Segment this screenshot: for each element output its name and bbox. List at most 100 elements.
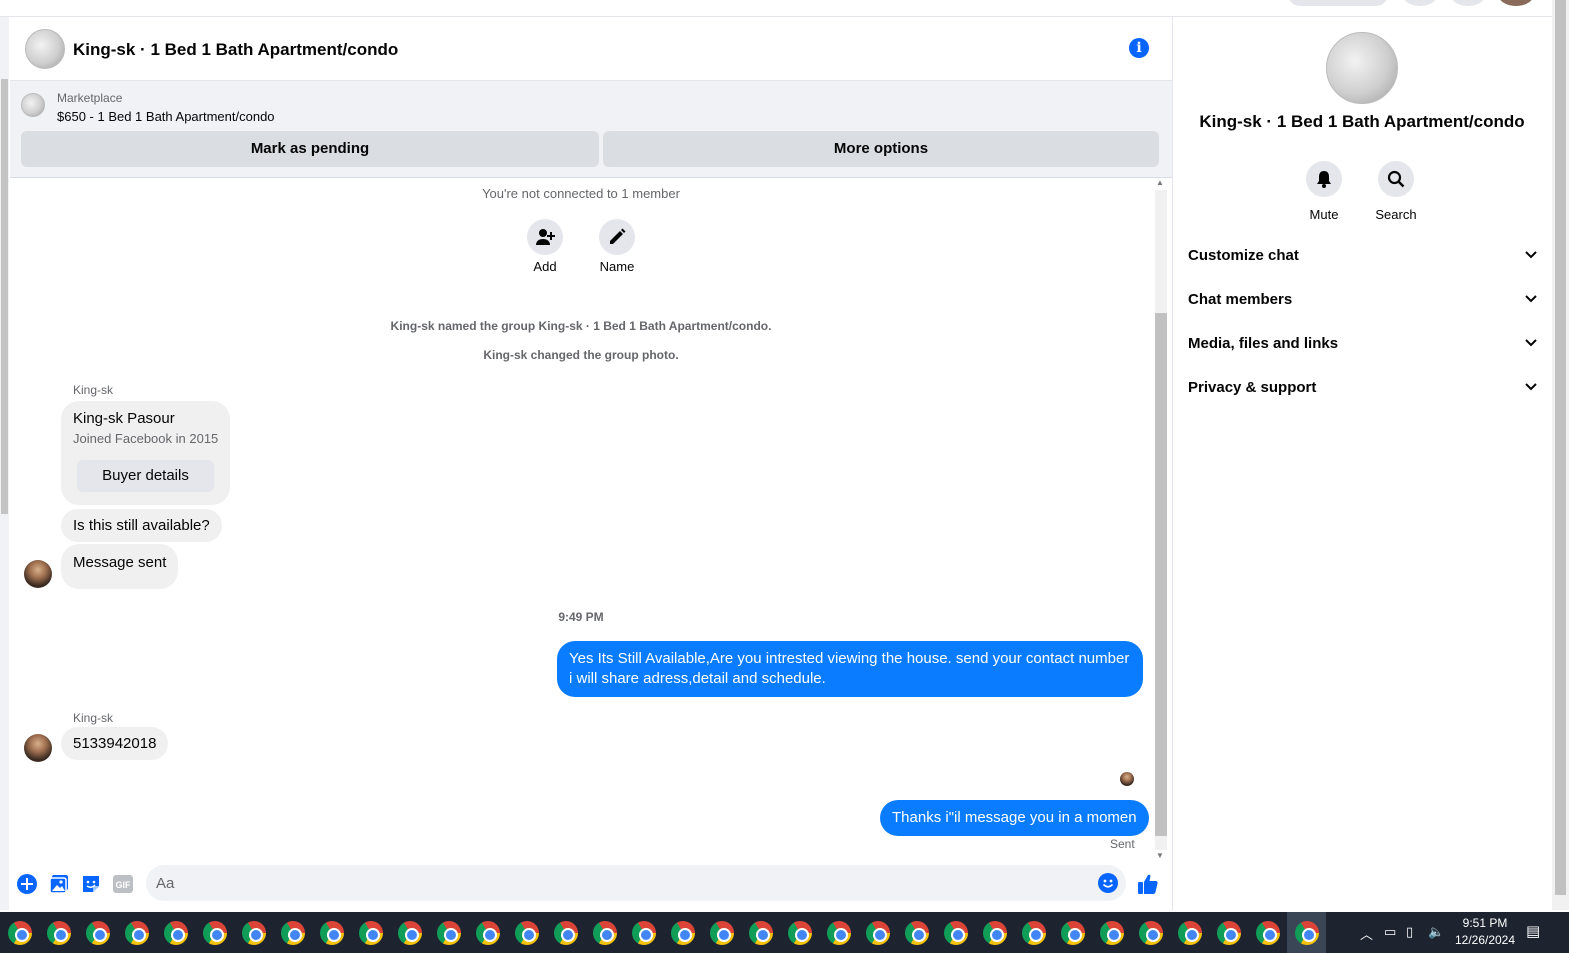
taskbar-chrome-button[interactable] (858, 912, 897, 953)
media-files-links-section[interactable]: Media, files and links (1188, 325, 1538, 365)
taskbar-chrome-button[interactable] (897, 912, 936, 953)
taskbar-chrome-button[interactable] (390, 912, 429, 953)
taskbar-chrome-button[interactable] (0, 912, 39, 953)
buyer-details-button[interactable]: Buyer details (77, 460, 214, 492)
sticker-icon[interactable] (80, 873, 102, 895)
taskbar-chrome-button[interactable] (741, 912, 780, 953)
taskbar-chrome-button[interactable] (1248, 912, 1287, 953)
incoming-message[interactable]: Message sent (61, 544, 179, 589)
taskbar-chrome-button[interactable] (156, 912, 195, 953)
privacy-support-section[interactable]: Privacy & support (1188, 369, 1538, 409)
tray-expand-icon[interactable]: ︿ (1360, 924, 1373, 943)
account-avatar[interactable] (1498, 0, 1534, 6)
name-group-button[interactable] (599, 219, 635, 255)
meeting-icon[interactable]: ▭ (1384, 924, 1396, 940)
taskbar-chrome-button[interactable] (936, 912, 975, 953)
thumbs-up-icon[interactable] (1137, 873, 1159, 895)
chat-column: King-sk · 1 Bed 1 Bath Apartment/condo i… (10, 17, 1172, 910)
taskbar-chrome-button[interactable] (429, 912, 468, 953)
chat-title[interactable]: King-sk · 1 Bed 1 Bath Apartment/condo (73, 40, 398, 60)
pencil-icon (610, 228, 626, 244)
chrome-icon (1138, 920, 1163, 945)
taskbar-chrome-button[interactable] (663, 912, 702, 953)
taskbar-chrome-button[interactable] (819, 912, 858, 953)
gif-icon[interactable]: GIF (112, 873, 134, 895)
search-label: Search (1375, 207, 1417, 222)
top-nav-button[interactable] (1288, 0, 1388, 6)
taskbar-chrome-button[interactable] (546, 912, 585, 953)
taskbar-chrome-button[interactable] (273, 912, 312, 953)
emoji-icon[interactable] (1098, 873, 1118, 893)
taskbar-chrome-button[interactable] (117, 912, 156, 953)
taskbar-chrome-button[interactable] (507, 912, 546, 953)
taskbar-chrome-button[interactable] (312, 912, 351, 953)
incoming-message[interactable]: Is this still available? (61, 509, 222, 542)
taskbar-chrome-button[interactable] (351, 912, 390, 953)
photo-icon[interactable] (48, 873, 70, 895)
buyer-joined: Joined Facebook in 2015 (73, 431, 219, 446)
chat-scrollbar-thumb[interactable] (1155, 313, 1167, 836)
search-button[interactable]: Search (1366, 161, 1426, 222)
sender-avatar[interactable] (24, 734, 52, 762)
taskbar-chrome-button[interactable] (585, 912, 624, 953)
taskbar-chrome-button[interactable] (78, 912, 117, 953)
chat-scrollbar[interactable]: ▲ ▼ (1154, 178, 1168, 861)
chrome-icon (592, 920, 617, 945)
chrome-icon (1099, 920, 1124, 945)
group-photo[interactable] (1326, 32, 1398, 104)
taskbar-chrome-button[interactable] (975, 912, 1014, 953)
scroll-down-arrow[interactable]: ▼ (1156, 851, 1164, 860)
taskbar-chrome-button[interactable] (1170, 912, 1209, 953)
add-member-button[interactable] (527, 219, 563, 255)
scroll-up-arrow[interactable]: ▲ (1156, 178, 1164, 187)
chat-info-panel: King-sk · 1 Bed 1 Bath Apartment/condo M… (1173, 17, 1551, 910)
window-scrollbar[interactable] (1552, 0, 1569, 910)
mark-as-pending-button[interactable]: Mark as pending (21, 131, 599, 167)
chrome-icon (241, 920, 266, 945)
taskbar-chrome-button[interactable] (468, 912, 507, 953)
top-nav-button[interactable] (1450, 0, 1486, 6)
taskbar-chrome-button[interactable] (195, 912, 234, 953)
chrome-icon (709, 920, 734, 945)
notification-icon[interactable]: ▤ (1526, 922, 1540, 940)
taskbar-chrome-button[interactable] (1287, 912, 1326, 953)
mute-button[interactable]: Mute (1294, 161, 1354, 222)
chat-members-section[interactable]: Chat members (1188, 281, 1538, 321)
plus-icon[interactable] (16, 873, 38, 895)
listing-title[interactable]: $650 - 1 Bed 1 Bath Apartment/condo (57, 109, 275, 124)
listing-thumbnail[interactable] (21, 93, 45, 117)
chrome-icon (1021, 920, 1046, 945)
customize-chat-section[interactable]: Customize chat (1188, 237, 1538, 277)
sender-avatar[interactable] (24, 560, 52, 588)
incoming-message[interactable]: 5133942018 (61, 727, 169, 760)
info-icon[interactable]: i (1129, 38, 1149, 58)
network-icon[interactable]: ▯ (1406, 924, 1413, 940)
taskbar-chrome-button[interactable] (1014, 912, 1053, 953)
volume-icon[interactable]: 🔈 (1428, 924, 1444, 940)
taskbar-chrome-button[interactable] (624, 912, 663, 953)
section-label: Media, files and links (1188, 335, 1339, 352)
outgoing-message[interactable]: Thanks i"il message you in a momen (880, 800, 1149, 836)
taskbar-chrome-button[interactable] (39, 912, 78, 953)
taskbar-chrome-button[interactable] (1053, 912, 1092, 953)
chrome-icon (826, 920, 851, 945)
page-scrollbar-thumb[interactable] (1, 79, 8, 514)
taskbar-chrome-button[interactable] (702, 912, 741, 953)
top-nav-button[interactable] (1402, 0, 1438, 6)
group-avatar[interactable] (25, 29, 65, 69)
chrome-icon (670, 920, 695, 945)
window-scrollbar-thumb[interactable] (1555, 0, 1566, 895)
taskbar-chrome-button[interactable] (1131, 912, 1170, 953)
taskbar-chrome-button[interactable] (1209, 912, 1248, 953)
taskbar-chrome-button[interactable] (234, 912, 273, 953)
add-label: Add (533, 259, 557, 274)
taskbar-chrome-button[interactable] (1092, 912, 1131, 953)
outgoing-message[interactable]: Yes Its Still Available,Are you intreste… (557, 641, 1143, 697)
taskbar-chrome-button[interactable] (780, 912, 819, 953)
message-input[interactable] (156, 865, 1086, 901)
chrome-icon (1060, 920, 1085, 945)
more-options-button[interactable]: More options (603, 131, 1159, 167)
chrome-icon (982, 920, 1007, 945)
page-scrollbar[interactable] (0, 17, 9, 910)
taskbar-clock[interactable]: 9:51 PM 12/26/2024 (1450, 915, 1520, 949)
